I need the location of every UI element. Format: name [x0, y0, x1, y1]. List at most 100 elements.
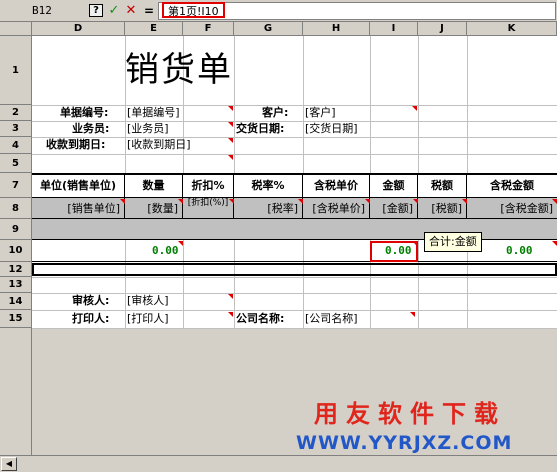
help-icon[interactable]: ?: [89, 4, 103, 17]
due-date-field[interactable]: [收款到期日]: [127, 138, 191, 152]
comment-marker: [413, 199, 418, 204]
formula-text: 第1页!I10: [162, 2, 225, 18]
row-header-1[interactable]: 1: [0, 36, 32, 105]
grid-line: [32, 154, 557, 155]
horizontal-scrollbar[interactable]: ◀: [0, 455, 557, 472]
row-header-13[interactable]: 13: [0, 277, 32, 293]
delivery-label: 交货日期:: [236, 122, 285, 135]
printer-field[interactable]: [打印人]: [127, 312, 169, 326]
row-header-8[interactable]: 8: [0, 198, 32, 219]
bind-qty[interactable]: [数量]: [125, 198, 183, 219]
bind-total[interactable]: [含税金额]: [467, 198, 557, 219]
row-header-10[interactable]: 10: [0, 240, 32, 262]
salesman-label: 业务员:: [72, 122, 110, 135]
watermark-url: WWW.YYRJXZ.COM: [296, 432, 513, 454]
watermark-title: 用友软件下载: [314, 400, 506, 428]
bind-tax-rate[interactable]: [税率]: [234, 198, 303, 219]
header-unit: 单位(销售单位): [32, 175, 125, 197]
column-header-k[interactable]: K: [467, 22, 557, 36]
doc-no-label: 单据编号:: [60, 106, 109, 119]
scroll-left-icon[interactable]: ◀: [1, 457, 17, 471]
comment-marker: [228, 294, 233, 299]
header-amount: 金额: [370, 175, 418, 197]
column-header-i[interactable]: I: [370, 22, 418, 36]
cancel-icon[interactable]: ✕: [124, 4, 138, 18]
grid-line: [32, 277, 557, 278]
column-header-e[interactable]: E: [125, 22, 183, 36]
name-box[interactable]: B12: [4, 3, 80, 19]
row-header-9[interactable]: 9: [0, 219, 32, 240]
page-title: 销货单: [125, 50, 233, 90]
header-total: 含税金额: [490, 179, 534, 192]
printer-label: 打印人:: [72, 312, 110, 325]
select-all-corner[interactable]: [0, 22, 32, 36]
binding-row: [销售单位] [数量] [折扣(%)] [税率] [含税单价] [金额] [税额…: [32, 198, 557, 219]
column-header-h[interactable]: H: [303, 22, 370, 36]
column-header-j[interactable]: J: [418, 22, 467, 36]
row-header-14[interactable]: 14: [0, 293, 32, 310]
comment-marker: [412, 106, 417, 111]
header-tax: 税额: [418, 175, 467, 197]
formula-input[interactable]: 第1页!I10: [158, 2, 556, 20]
comment-marker: [552, 241, 557, 246]
bind-discount[interactable]: [折扣(%)]: [183, 198, 234, 219]
row-header-empty: [0, 328, 32, 455]
row-header-4[interactable]: 4: [0, 137, 32, 154]
column-header-d[interactable]: D: [32, 22, 125, 36]
comment-marker: [413, 242, 418, 247]
column-header-f[interactable]: F: [183, 22, 234, 36]
comment-marker: [178, 241, 183, 246]
customer-label: 客户:: [262, 106, 289, 119]
comment-tooltip: 合计:金额: [424, 232, 482, 252]
bind-unit[interactable]: [销售单位]: [32, 198, 125, 219]
comment-marker: [552, 199, 557, 204]
comment-marker: [228, 312, 233, 317]
reviewer-label: 审核人:: [72, 294, 110, 307]
equals-icon[interactable]: =: [142, 4, 156, 18]
customer-field[interactable]: [客户]: [305, 106, 336, 120]
row-header-12[interactable]: 12: [0, 262, 32, 277]
bind-amount[interactable]: [金额]: [370, 198, 418, 219]
row-header-15[interactable]: 15: [0, 310, 32, 328]
header-tax-rate: 税率%: [234, 175, 303, 197]
comment-marker: [178, 199, 183, 204]
table-header-row: 单位(销售单位) 数量 折扣% 税率% 含税单价 金额 税额 含税金额: [32, 173, 557, 198]
column-header-g[interactable]: G: [234, 22, 303, 36]
confirm-icon[interactable]: ✓: [107, 4, 121, 18]
grid-line: [32, 310, 557, 311]
company-label: 公司名称:: [236, 312, 285, 325]
comment-marker: [228, 106, 233, 111]
qty-total[interactable]: 0.00: [152, 244, 179, 257]
comment-marker: [228, 122, 233, 127]
formula-bar: B12 ? ✓ ✕ = 第1页!I10: [0, 0, 557, 22]
comment-marker: [120, 199, 125, 204]
reviewer-field[interactable]: [审核人]: [127, 294, 169, 308]
row-header-5[interactable]: 5: [0, 154, 32, 173]
grid-line: [32, 137, 557, 138]
delivery-field[interactable]: [交货日期]: [305, 122, 358, 136]
comment-marker: [228, 138, 233, 143]
comment-marker: [365, 199, 370, 204]
header-unit-price: 含税单价: [303, 175, 370, 197]
comment-marker: [462, 199, 467, 204]
grid-line: [32, 105, 557, 106]
salesman-field[interactable]: [业务员]: [127, 122, 169, 136]
grand-total[interactable]: 0.00: [506, 244, 533, 257]
comment-marker: [229, 199, 234, 204]
due-date-label: 收款到期日:: [46, 138, 106, 151]
row-header-3[interactable]: 3: [0, 121, 32, 137]
selected-row-12[interactable]: [32, 263, 557, 276]
grid-line: [32, 121, 557, 122]
amount-total[interactable]: 0.00: [385, 244, 412, 257]
comment-marker: [228, 155, 233, 160]
row-header-2[interactable]: 2: [0, 105, 32, 121]
row-header-7[interactable]: 7: [0, 173, 32, 198]
bind-unit-price[interactable]: [含税单价]: [303, 198, 370, 219]
grid-line: [32, 293, 557, 294]
spreadsheet-grid[interactable]: D E F G H I J K 1 2 3 4 5 7 8 9 10 12 13…: [0, 22, 557, 455]
company-field[interactable]: [公司名称]: [305, 312, 358, 326]
comment-marker: [298, 199, 303, 204]
bind-tax[interactable]: [税额]: [418, 198, 467, 219]
header-discount: 折扣%: [183, 175, 234, 197]
doc-no-field[interactable]: [单据编号]: [127, 106, 180, 120]
